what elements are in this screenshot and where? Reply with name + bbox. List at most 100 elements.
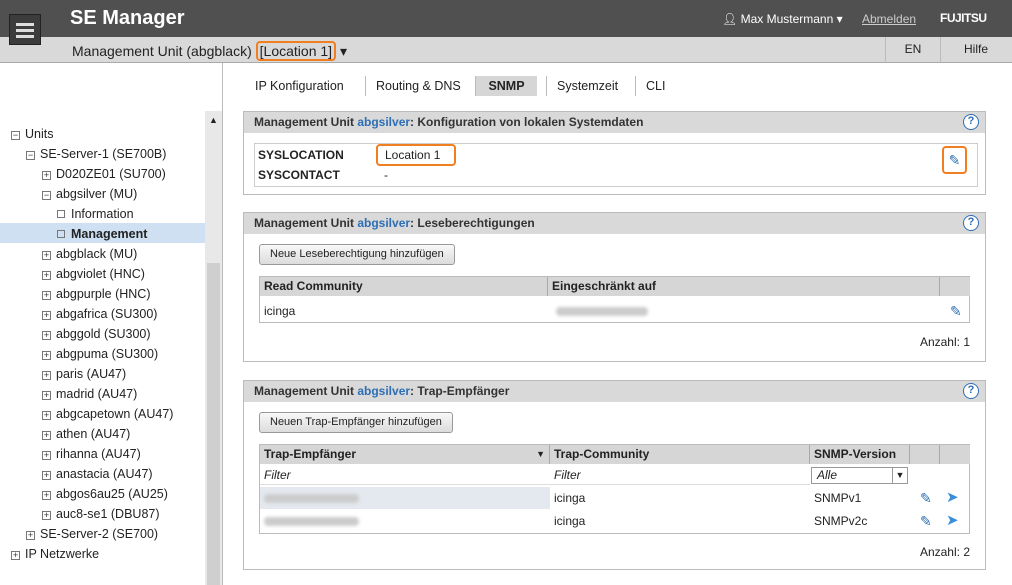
redacted-host: [264, 494, 359, 504]
panel-title: Management Unit abgsilver: Konfiguration…: [244, 112, 985, 133]
help-button[interactable]: Hilfe: [941, 37, 1011, 62]
scroll-thumb[interactable]: [207, 263, 220, 585]
tree-unit-item[interactable]: + abgpuma (SU300): [42, 344, 158, 364]
send-test-trap-button[interactable]: ➤: [942, 510, 959, 532]
expand-icon[interactable]: +: [42, 411, 51, 420]
add-read-permission-button[interactable]: Neue Leseberechtigung hinzufügen: [259, 244, 455, 265]
tree-unit-item[interactable]: + abgpurple (HNC): [42, 284, 150, 304]
expand-icon[interactable]: +: [42, 511, 51, 520]
expand-icon[interactable]: +: [42, 331, 51, 340]
tree-label: Management: [71, 227, 148, 241]
chevron-down-icon[interactable]: ▾: [340, 43, 347, 59]
tab-systemzeit[interactable]: Systemzeit: [546, 76, 628, 96]
expand-icon[interactable]: +: [42, 451, 51, 460]
tree-units[interactable]: − Units: [11, 124, 53, 144]
location-title[interactable]: Management Unit (abgblack) [Location 1] …: [72, 41, 347, 61]
tree-unit-item[interactable]: + anastacia (AU47): [42, 464, 153, 484]
tree-unit-item[interactable]: + rihanna (AU47): [42, 444, 141, 464]
mu-name: abgsilver: [357, 384, 411, 398]
send-test-trap-button[interactable]: ➤: [942, 487, 959, 509]
tree-label: SE-Server-1 (SE700B): [40, 147, 167, 161]
tab-routing-dns[interactable]: Routing & DNS: [365, 76, 471, 96]
help-icon[interactable]: ?: [963, 383, 979, 399]
collapse-icon[interactable]: −: [11, 131, 20, 140]
tree-unit-item[interactable]: + paris (AU47): [42, 364, 126, 384]
top-bar: SE Manager 👤︎ Max Mustermann ▾ Abmelden …: [0, 0, 1012, 37]
tree-label: auc8-se1 (DBU87): [56, 507, 160, 521]
tree-unit-item[interactable]: + athen (AU47): [42, 424, 130, 444]
collapse-icon[interactable]: −: [26, 151, 35, 160]
col-actions-2: [940, 445, 970, 464]
expand-icon[interactable]: +: [42, 251, 51, 260]
syscontact-value: -: [384, 168, 388, 182]
tree-label: abgcapetown (AU47): [56, 407, 174, 421]
help-icon[interactable]: ?: [963, 114, 979, 130]
expand-icon[interactable]: +: [42, 351, 51, 360]
tree-label: anastacia (AU47): [56, 467, 153, 481]
unit-name: Management Unit (abgblack): [72, 43, 256, 59]
tree-unit-item[interactable]: + madrid (AU47): [42, 384, 137, 404]
expand-icon[interactable]: +: [26, 531, 35, 540]
expand-icon[interactable]: +: [42, 171, 51, 180]
tree-server2[interactable]: + SE-Server-2 (SE700): [26, 524, 158, 544]
collapse-icon[interactable]: −: [42, 191, 51, 200]
edit-trap-button[interactable]: ✎: [916, 510, 932, 532]
tab-ip-config[interactable]: IP Konfiguration: [245, 76, 354, 96]
trap-community-cell: icinga: [554, 491, 586, 505]
sidebar: ▲ − Units − SE-Server-1 (SE700B) + D020ZE01…: [0, 63, 223, 585]
read-community-cell: icinga: [264, 304, 296, 318]
scroll-up-icon[interactable]: ▲: [209, 115, 218, 125]
expand-icon[interactable]: +: [42, 491, 51, 500]
expand-icon[interactable]: +: [42, 371, 51, 380]
tree-ipnet[interactable]: + IP Netzwerke: [11, 544, 99, 564]
edit-row-button[interactable]: ✎: [946, 300, 962, 322]
redacted-host: [556, 307, 648, 317]
tree-unit-item[interactable]: + abgafrica (SU300): [42, 304, 157, 324]
col-trap-community[interactable]: Trap-Community: [550, 445, 810, 464]
filter-version-select[interactable]: Alle ▼: [811, 467, 908, 484]
user-menu[interactable]: 👤︎ Max Mustermann ▾: [722, 12, 843, 26]
tree-unit-item[interactable]: + abgviolet (HNC): [42, 264, 145, 284]
col-snmp-version[interactable]: SNMP-Version: [810, 445, 910, 464]
tree-information[interactable]: Information: [57, 204, 134, 224]
leaf-icon: [57, 210, 65, 218]
expand-icon[interactable]: +: [42, 311, 51, 320]
chevron-down-icon[interactable]: ▼: [892, 468, 907, 483]
menu-button[interactable]: [9, 14, 41, 45]
snmp-version-cell: SNMPv1: [814, 491, 862, 505]
expand-icon[interactable]: +: [42, 291, 51, 300]
tree-label: abgafrica (SU300): [56, 307, 158, 321]
tree-unit-item[interactable]: + auc8-se1 (DBU87): [42, 504, 160, 524]
expand-icon[interactable]: +: [42, 271, 51, 280]
tree-label: abgblack (MU): [56, 247, 138, 261]
tree-label: Information: [71, 207, 134, 221]
expand-icon[interactable]: +: [11, 551, 20, 560]
tree-unit-item[interactable]: + abggold (SU300): [42, 324, 151, 344]
filter-trap-community[interactable]: Filter: [550, 465, 810, 485]
tab-snmp[interactable]: SNMP: [475, 76, 537, 96]
col-trap-receiver[interactable]: Trap-Empfänger ▼: [260, 445, 550, 464]
tree-server1[interactable]: − SE-Server-1 (SE700B): [26, 144, 166, 164]
expand-icon[interactable]: +: [42, 471, 51, 480]
tab-cli[interactable]: CLI: [635, 76, 675, 96]
tree-unit-item[interactable]: + abgcapetown (AU47): [42, 404, 173, 424]
col-read-community[interactable]: Read Community: [260, 277, 548, 296]
read-count: Anzahl: 1: [919, 335, 970, 349]
edit-button[interactable]: ✎: [942, 146, 967, 174]
tree-d020[interactable]: + D020ZE01 (SU700): [42, 164, 166, 184]
logout-link[interactable]: Abmelden: [862, 12, 916, 26]
language-button[interactable]: EN: [885, 37, 941, 62]
help-icon[interactable]: ?: [963, 215, 979, 231]
tree-management[interactable]: Management: [57, 224, 147, 244]
tree-unit-item[interactable]: + abgos6au25 (AU25): [42, 484, 168, 504]
tree-unit-item[interactable]: + abgblack (MU): [42, 244, 137, 264]
expand-icon[interactable]: +: [42, 431, 51, 440]
filter-trap-receiver[interactable]: Filter: [260, 465, 550, 485]
tree-label: abggold (SU300): [56, 327, 151, 341]
tree-abgsilver[interactable]: − abgsilver (MU): [42, 184, 137, 204]
edit-trap-button[interactable]: ✎: [916, 487, 932, 509]
expand-icon[interactable]: +: [42, 391, 51, 400]
sort-down-icon[interactable]: ▼: [536, 445, 545, 464]
col-restricted[interactable]: Eingeschränkt auf: [548, 277, 940, 296]
add-trap-receiver-button[interactable]: Neuen Trap-Empfänger hinzufügen: [259, 412, 453, 433]
